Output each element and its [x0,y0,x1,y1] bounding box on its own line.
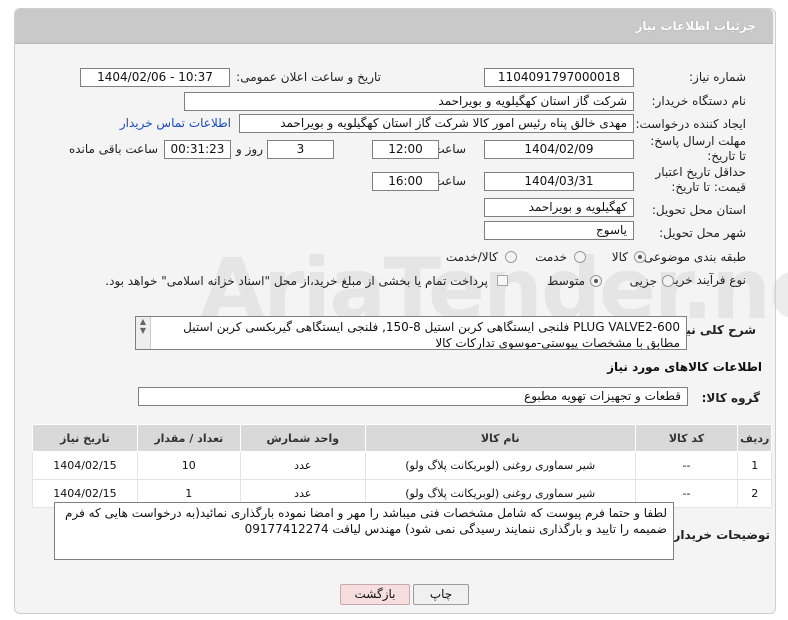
description-line-1: PLUG VALVE2-600 فلنجی ایستگاهی کربن استی… [183,320,680,334]
col-item-name: نام کالا [364,424,636,452]
buyer-contact-link[interactable]: اطلاعات تماس خریدار [120,116,231,130]
item-need-date: 1404/02/15 [32,451,138,480]
deadline-time-field: 12:00 [372,140,439,159]
purchase-minor-radio[interactable] [662,275,674,287]
delivery-city-label: شهر محل تحویل: [659,226,746,240]
delivery-province-label: استان محل تحویل: [651,203,746,217]
item-quantity: 10 [136,451,241,480]
category-label: طبقه بندی موضوعی: [639,250,746,264]
deadline-date-field: 1404/02/09 [484,140,634,159]
item-name: شیر سماوری روغنی (لوبریکانت پلاگ ولو) [364,451,636,480]
announce-datetime-field: 1404/02/06 - 10:37 [80,68,230,87]
col-row: ردیف [737,424,772,452]
scroll-up-icon[interactable]: ▲ [136,317,150,326]
description-line-2: مطابق با مشخصات پیوستی-موسوی تدارکات کال… [435,336,680,350]
category-goods-label: کالا [611,250,628,264]
need-number-field: 1104091797000018 [484,68,634,87]
deadline-label: مهلت ارسال پاسخ: تا تاریخ: [650,134,746,163]
col-quantity: تعداد / مقدار [136,424,241,452]
price-validity-time-field: 16:00 [372,172,439,191]
description-textarea[interactable]: PLUG VALVE2-600 فلنجی ایستگاهی کربن استی… [135,316,687,350]
buyer-notes-label: توضیحات خریدار: [668,528,770,542]
requester-label: ایجاد کننده درخواست: [635,117,746,131]
remaining-time-field: 00:31:23 [164,140,231,159]
description-scrollbar[interactable]: ▲ ▼ [136,317,151,349]
row-number: 1 [737,451,772,480]
buyer-org-field: شرکت گاز استان کهگیلویه و بویراحمد [184,92,634,111]
scroll-down-icon[interactable]: ▼ [136,326,150,335]
delivery-province-field: کهگیلویه و بویراحمد [484,198,634,217]
purchase-medium-label: متوسط [547,274,585,288]
delivery-city-field: یاسوج [484,221,634,240]
category-goods-service-label: کالا/خدمت [445,250,498,264]
category-service-radio[interactable] [574,251,586,263]
remaining-time-label: ساعت باقی مانده [68,142,158,156]
row-number: 2 [737,479,772,508]
requester-field: مهدی خالق پناه رئیس امور کالا شرکت گاز ا… [239,114,634,133]
page-title: جزئیات اطلاعات نیاز [635,19,756,33]
items-table-header: ردیف کد کالا نام کالا واحد شمارش تعداد /… [32,424,772,452]
deadline-days-field: 3 [267,140,334,159]
price-validity-date-field: 1404/03/31 [484,172,634,191]
item-group-field: قطعات و تجهیزات تهویه مطبوع [138,387,688,406]
category-service-label: خدمت [535,250,567,264]
treasury-payment-checkbox[interactable] [497,275,508,286]
price-validity-label: حداقل تاریخ اعتبار قیمت: تا تاریخ: [655,165,746,194]
category-goods-radio[interactable] [634,251,646,263]
item-unit: عدد [239,451,366,480]
deadline-days-label: روز و [236,142,263,156]
item-group-label: گروه کالا: [701,391,760,405]
announce-datetime-label: تاریخ و ساعت اعلان عمومی: [236,70,381,84]
table-row: 1 -- شیر سماوری روغنی (لوبریکانت پلاگ ول… [32,451,772,480]
purchase-medium-radio[interactable] [590,275,602,287]
treasury-payment-note: پرداخت تمام یا بخشی از مبلغ خرید،از محل … [105,274,488,288]
category-goods-service-radio[interactable] [505,251,517,263]
purchase-minor-label: جزیی [629,274,657,288]
items-table: ردیف کد کالا نام کالا واحد شمارش تعداد /… [32,424,772,508]
col-item-code: کد کالا [634,424,739,452]
print-button[interactable]: چاپ [413,584,469,605]
back-button[interactable]: بازگشت [340,584,410,605]
need-number-label: شماره نیاز: [689,70,746,84]
items-section-title: اطلاعات کالاهای مورد نیاز [607,360,762,374]
col-unit: واحد شمارش [239,424,366,452]
buyer-notes-textarea[interactable]: لطفا و حتما فرم پیوست که شامل مشخصات فنی… [54,502,674,560]
item-code: -- [634,451,739,480]
buyer-org-label: نام دستگاه خریدار: [651,94,747,108]
col-need-date: تاریخ نیاز [32,424,138,452]
